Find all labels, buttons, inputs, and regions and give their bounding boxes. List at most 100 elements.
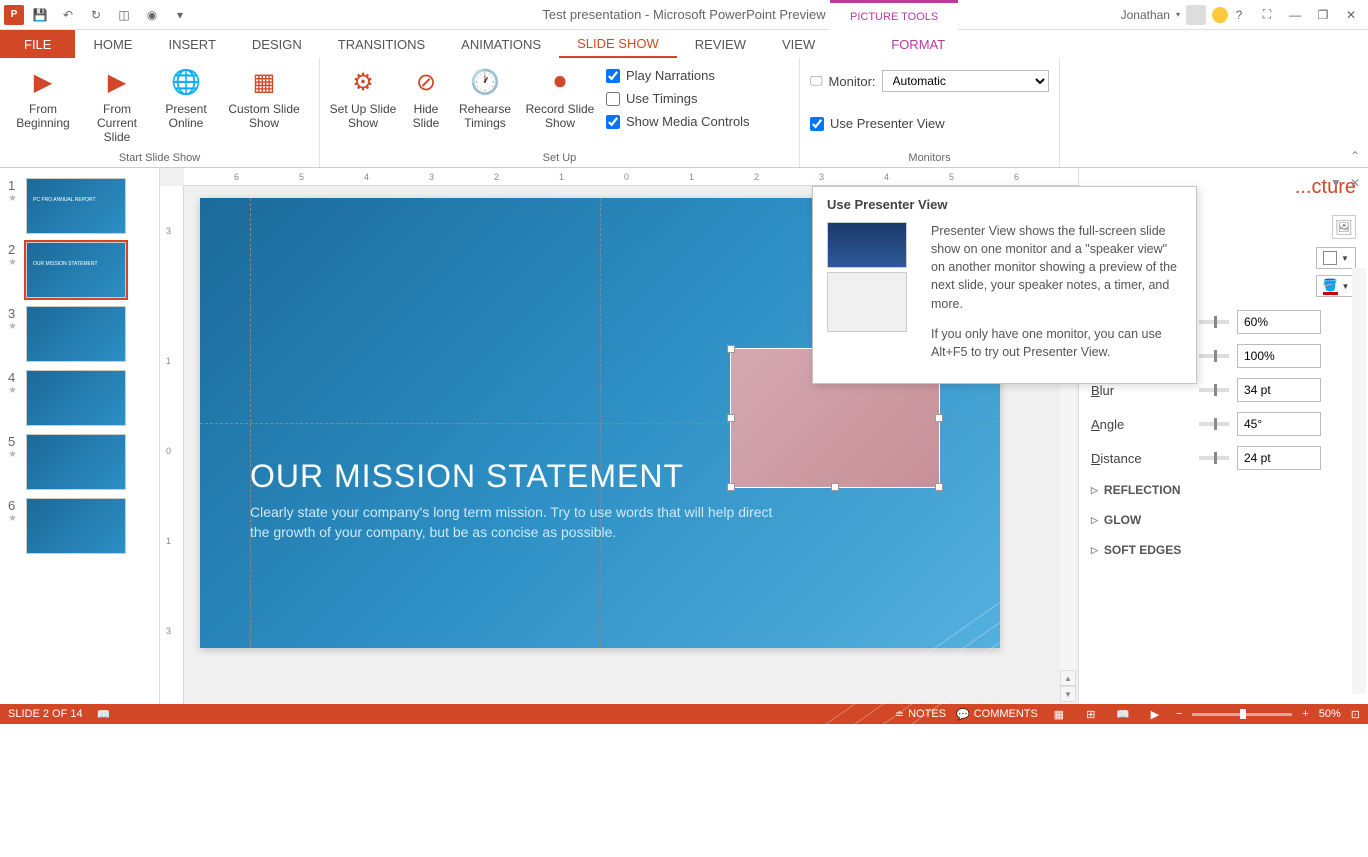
- play-icon: ▶: [27, 66, 59, 98]
- help-button[interactable]: ?: [1226, 3, 1252, 27]
- group-label: Monitors: [808, 149, 1051, 167]
- present-online-button[interactable]: 🌐 Present Online: [156, 62, 216, 130]
- use-timings-checkbox[interactable]: Use Timings: [604, 87, 752, 110]
- distance-slider[interactable]: [1199, 456, 1229, 460]
- show-media-checkbox[interactable]: Show Media Controls: [604, 110, 752, 133]
- tab-review[interactable]: REVIEW: [677, 30, 764, 58]
- thumb-5[interactable]: 5★: [0, 430, 159, 494]
- thumb-6[interactable]: 6★: [0, 494, 159, 558]
- glow-section[interactable]: ▷GLOW: [1091, 505, 1356, 535]
- zoom-slider[interactable]: [1192, 713, 1292, 716]
- resize-handle[interactable]: [727, 414, 735, 422]
- tab-animations[interactable]: ANIMATIONS: [443, 30, 559, 58]
- minimize-button[interactable]: —: [1282, 3, 1308, 27]
- preset-dropdown[interactable]: ▼: [1316, 247, 1356, 269]
- qat-button[interactable]: ◉: [140, 3, 164, 27]
- feedback-icon[interactable]: [1212, 7, 1228, 23]
- tab-format[interactable]: FORMAT: [873, 30, 963, 58]
- thumb-1[interactable]: 1★ PC PRO ANNUAL REPORT: [0, 174, 159, 238]
- slide-title[interactable]: OUR MISSION STATEMENT: [250, 458, 684, 495]
- thumb-2[interactable]: 2★ OUR MISSION STATEMENT: [0, 238, 159, 302]
- setup-button[interactable]: ⚙ Set Up Slide Show: [328, 62, 398, 130]
- zoom-out-button[interactable]: −: [1176, 708, 1182, 720]
- user-avatar[interactable]: [1186, 5, 1206, 25]
- blur-input[interactable]: [1237, 378, 1321, 402]
- pane-close-button[interactable]: ✕: [1350, 176, 1360, 190]
- play-narrations-checkbox[interactable]: Play Narrations: [604, 64, 752, 87]
- horizontal-ruler[interactable]: 6543210123456: [184, 168, 1078, 186]
- monitor-select[interactable]: Automatic: [882, 70, 1049, 92]
- tab-home[interactable]: HOME: [75, 30, 150, 58]
- fit-to-window-button[interactable]: ⊡: [1351, 708, 1360, 721]
- from-beginning-button[interactable]: ▶ From Beginning: [8, 62, 78, 130]
- zoom-level[interactable]: 50%: [1319, 708, 1341, 720]
- ribbon-options-button[interactable]: ⛶: [1254, 3, 1280, 27]
- from-current-button[interactable]: ▶ From Current Slide: [82, 62, 152, 144]
- distance-input[interactable]: [1237, 446, 1321, 470]
- transparency-slider[interactable]: [1199, 320, 1229, 324]
- resize-handle[interactable]: [727, 483, 735, 491]
- record-button[interactable]: ⏺ Record Slide Show: [520, 62, 600, 130]
- close-button[interactable]: ✕: [1338, 3, 1364, 27]
- size-slider[interactable]: [1199, 354, 1229, 358]
- pane-options-button[interactable]: ▼: [1330, 176, 1342, 190]
- vertical-ruler[interactable]: 31013: [160, 186, 184, 704]
- zoom-in-button[interactable]: +: [1302, 708, 1308, 720]
- monitor-label: Monitor:: [829, 74, 876, 89]
- user-name[interactable]: Jonathan: [1121, 8, 1170, 22]
- blur-slider[interactable]: [1199, 388, 1229, 392]
- presenter-view-checkbox[interactable]: Use Presenter View: [808, 112, 1051, 135]
- reading-view-button[interactable]: 📖: [1112, 706, 1134, 722]
- custom-show-icon: ▦: [248, 66, 280, 98]
- thumb-3[interactable]: 3★: [0, 302, 159, 366]
- angle-slider[interactable]: [1199, 422, 1229, 426]
- tab-transitions[interactable]: TRANSITIONS: [320, 30, 443, 58]
- tab-slideshow[interactable]: SLIDE SHOW: [559, 30, 677, 58]
- resize-handle[interactable]: [831, 483, 839, 491]
- monitor-icon: 🖵: [810, 73, 823, 89]
- next-slide-button[interactable]: ▼: [1060, 686, 1076, 702]
- qat-customize[interactable]: ▾: [168, 3, 192, 27]
- undo-button[interactable]: ↶: [56, 3, 80, 27]
- app-icon: P: [4, 5, 24, 25]
- save-button[interactable]: 💾: [28, 3, 52, 27]
- hide-icon: ⊘: [410, 66, 442, 98]
- soft-edges-section[interactable]: ▷SOFT EDGES: [1091, 535, 1356, 565]
- hide-slide-button[interactable]: ⊘ Hide Slide: [402, 62, 450, 130]
- tab-design[interactable]: DESIGN: [234, 30, 320, 58]
- normal-view-button[interactable]: ▦: [1048, 706, 1070, 722]
- angle-input[interactable]: [1237, 412, 1321, 436]
- slideshow-view-button[interactable]: ▶: [1144, 706, 1166, 722]
- comments-button[interactable]: 💬COMMENTS: [956, 708, 1038, 721]
- thumb-4[interactable]: 4★: [0, 366, 159, 430]
- color-dropdown[interactable]: 🪣▼: [1316, 275, 1356, 297]
- transparency-input[interactable]: [1237, 310, 1321, 334]
- slide-count[interactable]: SLIDE 2 OF 14: [8, 708, 83, 720]
- tab-insert[interactable]: INSERT: [150, 30, 233, 58]
- sorter-view-button[interactable]: ⊞: [1080, 706, 1102, 722]
- rehearse-button[interactable]: 🕐 Rehearse Timings: [454, 62, 516, 130]
- spellcheck-icon[interactable]: 📖: [97, 708, 111, 721]
- slide-thumbnails[interactable]: 1★ PC PRO ANNUAL REPORT 2★ OUR MISSION S…: [0, 168, 160, 704]
- context-tab-label: PICTURE TOOLS: [830, 0, 958, 30]
- tab-view[interactable]: VIEW: [764, 30, 833, 58]
- group-label: Start Slide Show: [8, 149, 311, 167]
- tooltip-preview: [827, 222, 917, 373]
- prev-slide-button[interactable]: ▲: [1060, 670, 1076, 686]
- resize-handle[interactable]: [935, 483, 943, 491]
- slide-body[interactable]: Clearly state your company's long term m…: [250, 503, 790, 542]
- resize-handle[interactable]: [935, 414, 943, 422]
- collapse-ribbon-button[interactable]: ⌃: [1350, 149, 1360, 163]
- qat-button[interactable]: ◫: [112, 3, 136, 27]
- resize-handle[interactable]: [727, 345, 735, 353]
- size-input[interactable]: [1237, 344, 1321, 368]
- tab-file[interactable]: FILE: [0, 30, 75, 58]
- redo-button[interactable]: ↻: [84, 3, 108, 27]
- titlebar: P 💾 ↶ ↻ ◫ ◉ ▾ Test presentation - Micros…: [0, 0, 1368, 30]
- pane-scrollbar[interactable]: [1352, 268, 1366, 694]
- picture-properties-icon[interactable]: 🖼: [1332, 215, 1356, 239]
- reflection-section[interactable]: ▷REFLECTION: [1091, 475, 1356, 505]
- custom-show-button[interactable]: ▦ Custom Slide Show: [220, 62, 308, 130]
- notes-button[interactable]: ≐NOTES: [895, 708, 946, 721]
- maximize-button[interactable]: ❐: [1310, 3, 1336, 27]
